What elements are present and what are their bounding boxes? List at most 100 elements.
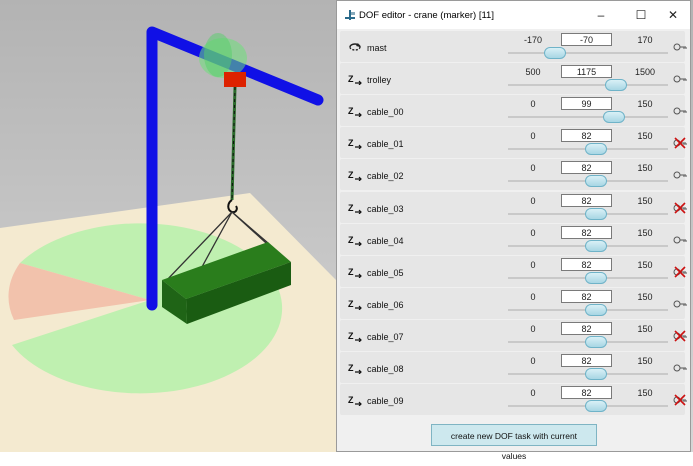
dof-max: 150: [637, 99, 653, 110]
dof-slider-thumb[interactable]: [584, 175, 607, 188]
dof-min: 0: [530, 195, 536, 206]
dof-max: 150: [637, 259, 653, 270]
dof-min: 0: [530, 227, 536, 238]
dof-name: cable_09: [367, 396, 404, 407]
close-button[interactable]: ✕: [655, 1, 691, 29]
dof-max: 150: [637, 291, 653, 302]
translation-z-icon: Z: [348, 170, 362, 182]
lock-disabled-icon[interactable]: [673, 330, 687, 342]
lock-icon[interactable]: [673, 41, 687, 53]
translation-z-icon: Z: [348, 363, 362, 374]
dof-value-input[interactable]: 1175: [561, 65, 612, 79]
dof-value-input[interactable]: -70: [561, 33, 612, 46]
dof-value-input[interactable]: 82: [561, 354, 612, 367]
dof-min: 0: [530, 356, 536, 366]
dof-name: cable_01: [367, 139, 404, 150]
dof-max: 150: [637, 356, 653, 366]
maximize-button[interactable]: ☐: [623, 1, 659, 29]
dof-slider-thumb[interactable]: [605, 79, 627, 92]
svg-text:Z: Z: [348, 267, 354, 277]
dof-value-input[interactable]: 82: [561, 289, 612, 303]
dof-row-cable_05: Zcable_05 0 82 150: [340, 255, 687, 287]
dof-max: 170: [637, 35, 653, 45]
lock-disabled-icon[interactable]: [673, 266, 687, 278]
rotation-icon: [349, 43, 361, 51]
dof-name: cable_07: [367, 331, 404, 342]
dof-slider-track[interactable]: [508, 84, 668, 87]
dof-row-trolley: Ztrolley 500 1175 1500: [340, 63, 687, 95]
dof-name: cable_08: [367, 364, 404, 374]
dof-value-input[interactable]: 82: [561, 225, 612, 239]
translation-z-icon: Z: [348, 267, 362, 278]
lock-icon[interactable]: [673, 362, 687, 374]
dof-row-cable_08: Zcable_08 0 82 150: [340, 352, 687, 383]
dof-value-input[interactable]: 82: [561, 129, 612, 143]
dof-row-cable_00: Zcable_00 0 99 150: [340, 95, 687, 127]
svg-text:Z: Z: [348, 363, 354, 373]
dof-slider-track[interactable]: [508, 116, 668, 119]
dof-slider-thumb[interactable]: [584, 335, 607, 348]
lock-icon[interactable]: [673, 169, 687, 181]
lock-icon[interactable]: [673, 234, 687, 246]
dof-name: cable_05: [367, 267, 404, 278]
svg-text:Z: Z: [348, 331, 354, 341]
dof-min: 0: [530, 99, 536, 110]
translation-z-icon: Z: [348, 203, 362, 214]
dof-row-cable_02: Zcable_02 0 82 150: [340, 159, 687, 191]
dof-max: 1500: [634, 67, 656, 78]
dof-min: 0: [530, 388, 536, 399]
dof-value-input[interactable]: 82: [561, 386, 612, 400]
dof-slider-thumb[interactable]: [584, 303, 607, 316]
lock-icon[interactable]: [673, 73, 687, 85]
lock-icon[interactable]: [673, 105, 687, 117]
translation-z-icon: Z: [348, 299, 362, 310]
dof-name: trolley: [367, 75, 392, 86]
dof-slider-thumb[interactable]: [584, 271, 607, 284]
translation-z-icon: Z: [348, 395, 362, 407]
app-icon: [345, 10, 355, 20]
dof-value-input[interactable]: 82: [561, 257, 612, 271]
lock-disabled-icon[interactable]: [673, 394, 687, 406]
dof-slider-thumb[interactable]: [544, 47, 567, 59]
dof-name: cable_03: [367, 203, 404, 214]
dof-min: 0: [530, 291, 536, 302]
create-dof-task-button[interactable]: create new DOF task with current values: [431, 424, 597, 461]
minimize-button[interactable]: –: [583, 1, 619, 29]
dof-max: 150: [637, 227, 653, 238]
dof-slider-thumb[interactable]: [584, 143, 607, 156]
dof-min: 0: [530, 163, 536, 174]
dof-slider-thumb[interactable]: [602, 111, 625, 124]
dof-row-mast: mast -170 -70 170: [340, 31, 687, 62]
lock-disabled-icon[interactable]: [673, 201, 687, 214]
dof-slider-thumb[interactable]: [584, 400, 607, 413]
svg-text:Z: Z: [348, 170, 354, 180]
dof-name: mast: [367, 43, 387, 53]
dof-min: -170: [523, 35, 542, 45]
dof-min: 0: [530, 323, 536, 334]
dof-value-input[interactable]: 82: [561, 321, 612, 335]
dof-value-input[interactable]: 82: [561, 161, 612, 175]
trolley: [224, 72, 246, 87]
dof-row-cable_04: Zcable_04 0 82 150: [340, 223, 687, 255]
dof-name: cable_00: [367, 107, 404, 118]
dof-max: 150: [637, 388, 653, 399]
lock-disabled-icon[interactable]: [673, 137, 687, 149]
dof-value-input[interactable]: 99: [561, 97, 612, 111]
dof-value-input[interactable]: 82: [561, 193, 612, 207]
svg-text:Z: Z: [348, 395, 354, 405]
translation-z-icon: Z: [348, 235, 362, 246]
dof-slider-thumb[interactable]: [584, 239, 607, 252]
dof-slider-thumb[interactable]: [584, 207, 607, 220]
lock-icon[interactable]: [673, 298, 687, 310]
dof-name: cable_02: [367, 171, 404, 182]
dof-editor-window: DOF editor - crane (marker) [11] – ☐ ✕ m…: [336, 0, 691, 461]
translation-z-icon: Z: [348, 138, 362, 150]
dof-slider-thumb[interactable]: [584, 368, 607, 380]
svg-text:Z: Z: [348, 106, 354, 116]
dof-slider-track[interactable]: [508, 52, 668, 54]
window-title: DOF editor - crane (marker) [11]: [359, 10, 494, 21]
dof-name: cable_04: [367, 235, 404, 246]
translation-z-icon: Z: [348, 106, 362, 118]
dof-min: 0: [530, 131, 536, 142]
window-titlebar[interactable]: DOF editor - crane (marker) [11] – ☐ ✕: [337, 1, 690, 29]
